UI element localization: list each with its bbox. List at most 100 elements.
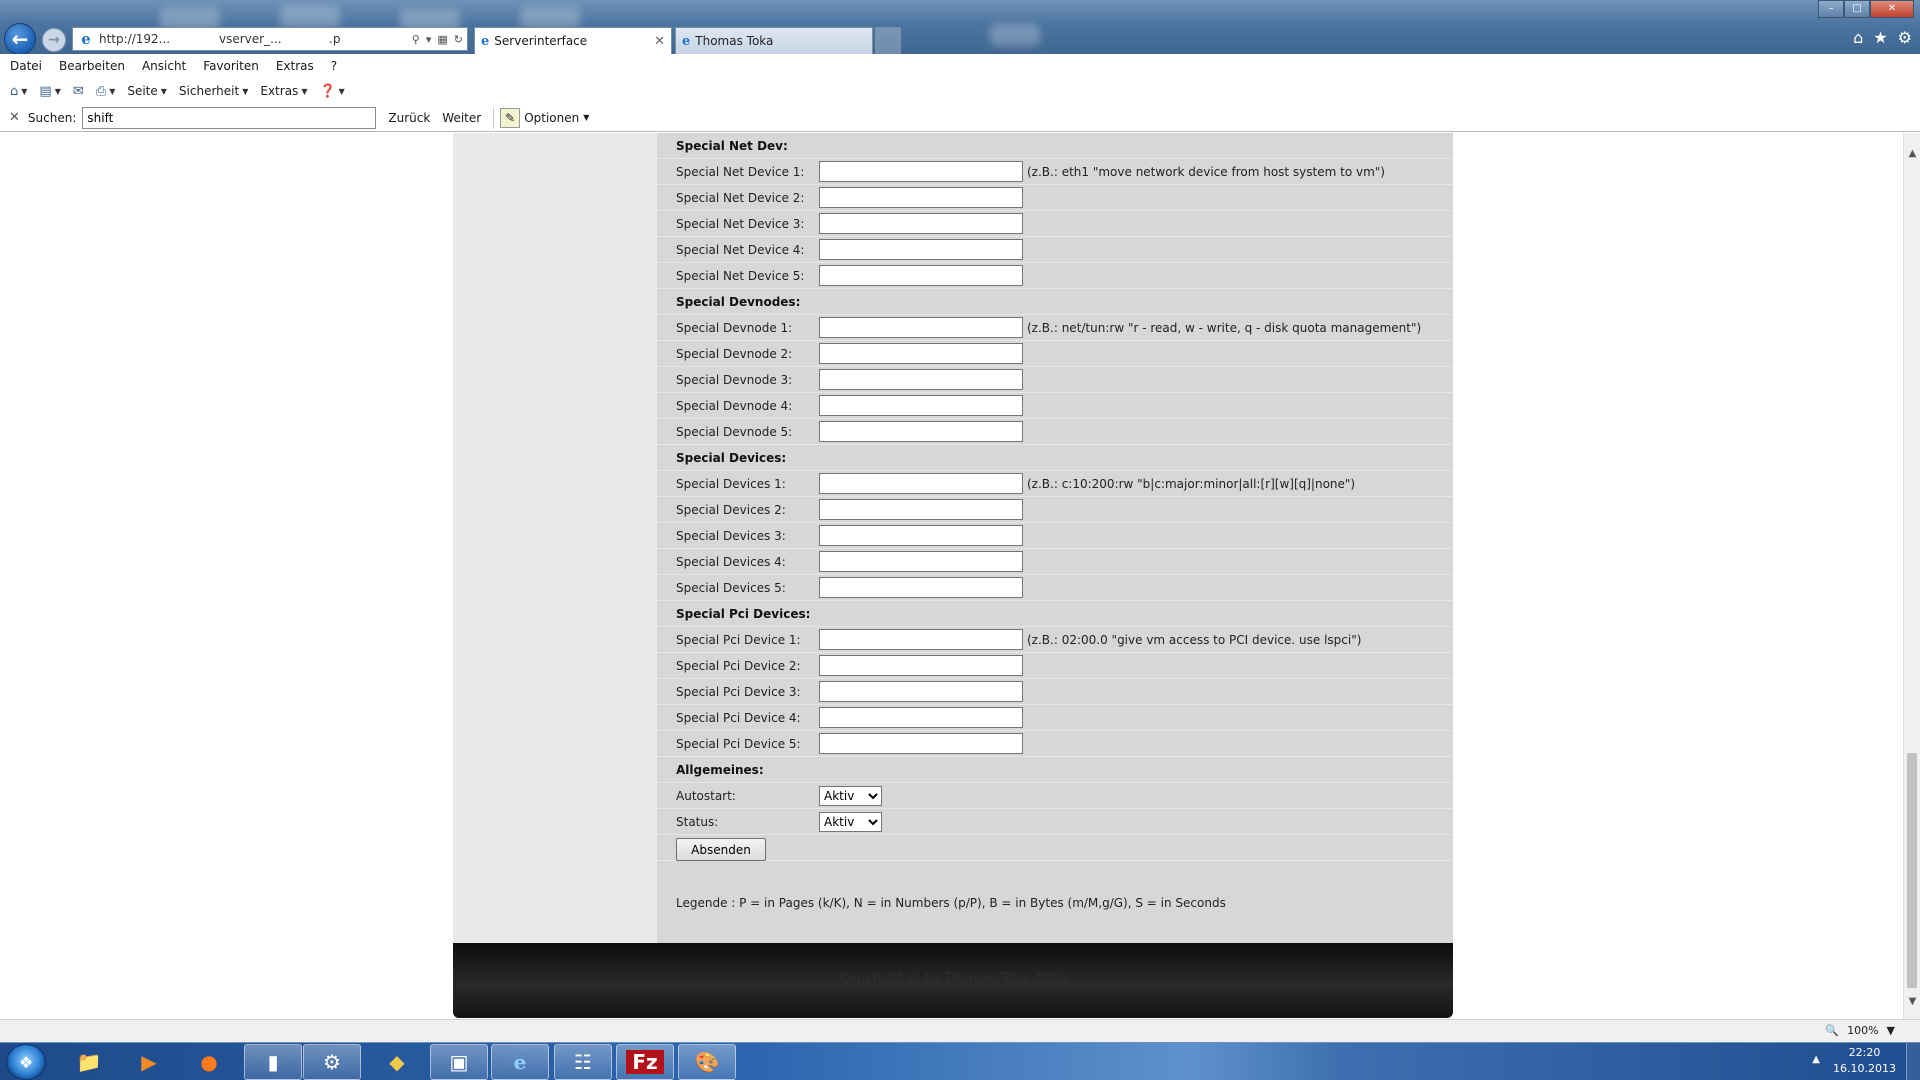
- search-icon[interactable]: ⚲: [412, 33, 420, 46]
- field-label: Special Devices 1:: [676, 476, 786, 491]
- field-hint: (z.B.: net/tun:rw "r - read, w - write, …: [1027, 320, 1422, 335]
- address-bar[interactable]: e http://192... vserver_... .p ⚲ ▾ ▦ ↻: [72, 27, 468, 51]
- text-field[interactable]: [819, 577, 1023, 598]
- find-options-button[interactable]: ✎ Optionen ▼: [493, 106, 589, 129]
- back-button[interactable]: ←: [4, 23, 36, 54]
- scroll-down-icon[interactable]: ▼: [1904, 993, 1920, 1010]
- sicherheit-menu[interactable]: Sicherheit ▼: [179, 84, 248, 98]
- refresh-icon[interactable]: ↻: [454, 33, 463, 46]
- maximize-button[interactable]: □: [1844, 0, 1870, 18]
- feeds-button[interactable]: ▤ ▼: [39, 84, 60, 99]
- taskbar-network-app[interactable]: ⚙: [303, 1044, 361, 1080]
- select-field[interactable]: Aktiv: [819, 812, 882, 832]
- left-sidebar-column: [453, 133, 657, 943]
- text-field[interactable]: [819, 681, 1023, 702]
- highlight-pen-icon[interactable]: ✎: [500, 107, 521, 128]
- compat-view-icon[interactable]: ▦: [437, 33, 447, 46]
- form-row: Special Pci Device 4:: [657, 705, 1453, 731]
- favorites-star-icon[interactable]: ★: [1873, 28, 1887, 47]
- extras-menu[interactable]: Extras ▼: [260, 84, 307, 98]
- close-window-button[interactable]: ✕: [1870, 0, 1914, 18]
- text-field[interactable]: [819, 551, 1023, 572]
- text-field[interactable]: [819, 161, 1023, 182]
- text-field[interactable]: [819, 499, 1023, 520]
- taskbar-explorer[interactable]: 📁: [60, 1044, 118, 1080]
- text-field[interactable]: [819, 421, 1023, 442]
- form-row: Special Devices 3:: [657, 523, 1453, 549]
- minimize-button[interactable]: –: [1818, 0, 1844, 18]
- show-desktop-button[interactable]: [1906, 1043, 1920, 1080]
- taskbar-filezilla[interactable]: Fz: [616, 1044, 674, 1080]
- menu-ansicht[interactable]: Ansicht: [142, 59, 186, 73]
- menu-extras[interactable]: Extras: [276, 59, 314, 73]
- text-field[interactable]: [819, 187, 1023, 208]
- help-button[interactable]: ❓ ▼: [319, 84, 344, 99]
- gear-icon[interactable]: ⚙: [1898, 28, 1912, 47]
- menu-datei[interactable]: Datei: [10, 59, 42, 73]
- taskbar-remote-desktop[interactable]: ▣: [430, 1044, 488, 1080]
- taskbar-internet-explorer[interactable]: e: [491, 1044, 549, 1080]
- vertical-scrollbar[interactable]: ▲ ▼: [1903, 133, 1920, 1019]
- text-field[interactable]: [819, 239, 1023, 260]
- start-button[interactable]: ❖: [6, 1044, 46, 1080]
- find-next-button[interactable]: Weiter: [442, 111, 481, 125]
- system-clock[interactable]: 22:20 16.10.2013: [1833, 1045, 1896, 1077]
- select-field[interactable]: Aktiv: [819, 786, 882, 806]
- text-field[interactable]: [819, 317, 1023, 338]
- tray-expand-icon[interactable]: ▲: [1812, 1054, 1820, 1065]
- taskbar-firefox[interactable]: ●: [180, 1044, 238, 1080]
- scrollbar-thumb[interactable]: [1907, 753, 1917, 988]
- ie-page-icon: e: [682, 33, 691, 49]
- home-button[interactable]: ⌂ ▼: [10, 84, 27, 99]
- command-bar: ⌂ ▼ ▤ ▼ ✉ ⎙ ▼ Seite ▼ Sicherheit ▼ Extras ▼ ❓ ▼: [0, 78, 1920, 104]
- text-field[interactable]: [819, 473, 1023, 494]
- text-field[interactable]: [819, 655, 1023, 676]
- scroll-up-icon[interactable]: ▲: [1904, 145, 1920, 162]
- new-tab-button[interactable]: [875, 27, 901, 54]
- text-field[interactable]: [819, 395, 1023, 416]
- text-field[interactable]: [819, 343, 1023, 364]
- dropdown-icon: ▼: [109, 86, 116, 96]
- text-field[interactable]: [819, 733, 1023, 754]
- text-field[interactable]: [819, 265, 1023, 286]
- dropdown-icon: ▼: [54, 86, 61, 96]
- close-icon[interactable]: ✕: [9, 110, 20, 125]
- field-label: Special Net Device 3:: [676, 216, 805, 231]
- taskbar-task-manager[interactable]: ▮: [244, 1044, 302, 1080]
- text-field[interactable]: [819, 213, 1023, 234]
- menu-favoriten[interactable]: Favoriten: [203, 59, 259, 73]
- form-row: Special Net Device 3:: [657, 211, 1453, 237]
- text-field[interactable]: [819, 629, 1023, 650]
- taskbar-app[interactable]: ◆: [368, 1044, 426, 1080]
- close-tab-icon[interactable]: ✕: [654, 34, 665, 49]
- menu-bearbeiten[interactable]: Bearbeiten: [59, 59, 125, 73]
- page-content: Special Net Dev: Special Net Device 1: (z.…: [0, 133, 1903, 1019]
- dropdown-icon: ▼: [21, 86, 28, 96]
- extras-label: Extras: [260, 84, 299, 98]
- section-header-row: Special Pci Devices:: [657, 601, 1453, 627]
- taskbar-notepad[interactable]: ☷: [554, 1044, 612, 1080]
- menu-help[interactable]: ?: [331, 59, 337, 73]
- firefox-icon: ●: [200, 1050, 218, 1074]
- zoom-control[interactable]: 🔍 100% ▼: [1825, 1024, 1895, 1037]
- find-input[interactable]: [82, 106, 377, 129]
- dropdown-icon[interactable]: ▾: [426, 33, 432, 46]
- menu-bar: Datei Bearbeiten Ansicht Favoriten Extra…: [0, 54, 1920, 78]
- mail-button[interactable]: ✉: [73, 84, 84, 99]
- absenden-button[interactable]: Absenden: [676, 838, 766, 861]
- print-button[interactable]: ⎙ ▼: [96, 84, 116, 99]
- filezilla-icon: Fz: [626, 1050, 664, 1074]
- forward-button[interactable]: →: [42, 28, 66, 52]
- taskbar-media-player[interactable]: ▶: [120, 1044, 178, 1080]
- tab-serverinterface[interactable]: e Serverinterface ✕: [474, 27, 672, 54]
- background-blur: [520, 7, 580, 29]
- home-icon[interactable]: ⌂: [1853, 28, 1863, 47]
- find-previous-button[interactable]: Zurück: [388, 111, 430, 125]
- seite-menu[interactable]: Seite ▼: [127, 84, 167, 98]
- tab-thomas-toka[interactable]: e Thomas Toka: [675, 27, 873, 54]
- text-field[interactable]: [819, 707, 1023, 728]
- dropdown-icon: ▼: [242, 86, 249, 96]
- text-field[interactable]: [819, 525, 1023, 546]
- text-field[interactable]: [819, 369, 1023, 390]
- taskbar-paint[interactable]: 🎨: [678, 1044, 736, 1080]
